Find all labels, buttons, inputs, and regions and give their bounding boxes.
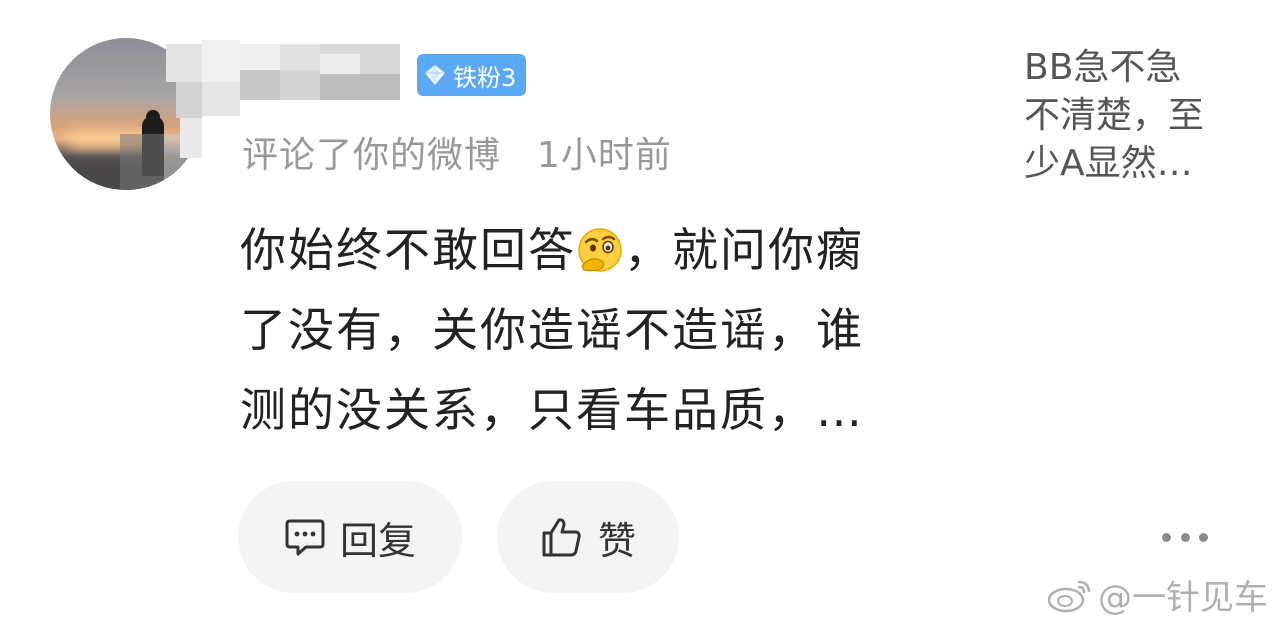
dot (1162, 532, 1171, 542)
comment-line: 测的没关系，只看车品质，… (240, 383, 864, 437)
comment-bubble-icon (285, 519, 325, 556)
excerpt-line: 少A显然… (1024, 143, 1193, 184)
comment-line: 了没有，关你造谣不造谣，谁 (240, 303, 864, 357)
username-mosaic (202, 82, 240, 116)
reply-button[interactable]: 回复 (238, 481, 462, 593)
weibo-watermark: @一针见车 (1046, 570, 1268, 619)
thinking-face-emoji-icon (578, 228, 622, 272)
username-mosaic (180, 118, 202, 158)
badge-label: 铁粉3 (453, 63, 517, 92)
username-mosaic (202, 40, 240, 82)
excerpt-line: 不清楚，至 (1024, 95, 1205, 136)
thumbs-up-icon (542, 518, 581, 557)
dot (1180, 532, 1190, 542)
comment-fragment: 你始终不敢回答 (240, 223, 576, 277)
comment-fragment: ，就问你瘸 (624, 223, 864, 277)
dot (1199, 532, 1208, 542)
comment-meta: 评论了你的微博 1小时前 (242, 126, 672, 178)
comment-text[interactable]: 你始终不敢回答 ，就问你瘸 了没有，关你造谣不造谣，谁 测的没关系，只看车品质，… (240, 210, 940, 450)
comment-line: 你始终不敢回答 ，就问你瘸 (240, 210, 940, 290)
original-post-excerpt[interactable]: BB急不急 不清楚，至 少A显然… (1024, 44, 1254, 188)
avatar-mosaic (120, 134, 164, 190)
more-options-icon[interactable] (1162, 526, 1208, 548)
username-mosaic (166, 44, 202, 82)
username-mosaic (176, 82, 202, 118)
watermark-text: @一针见车 (1098, 578, 1268, 618)
like-label: 赞 (597, 518, 636, 563)
timestamp: 1小时前 (537, 135, 672, 176)
excerpt-line: BB急不急 (1024, 47, 1182, 88)
comment-notification: 铁粉3 评论了你的微博 1小时前 你始终不敢回答 ，就问你瘸 了没有，关你造谣不造… (0, 0, 1274, 625)
action-text: 评论了你的微博 (242, 135, 502, 176)
fan-level-badge[interactable]: 铁粉3 (417, 54, 527, 96)
reply-label: 回复 (339, 518, 416, 563)
username-blurred[interactable] (240, 44, 400, 100)
like-button[interactable]: 赞 (497, 481, 679, 593)
weibo-logo-icon (1047, 580, 1091, 612)
diamond-icon (425, 65, 445, 85)
